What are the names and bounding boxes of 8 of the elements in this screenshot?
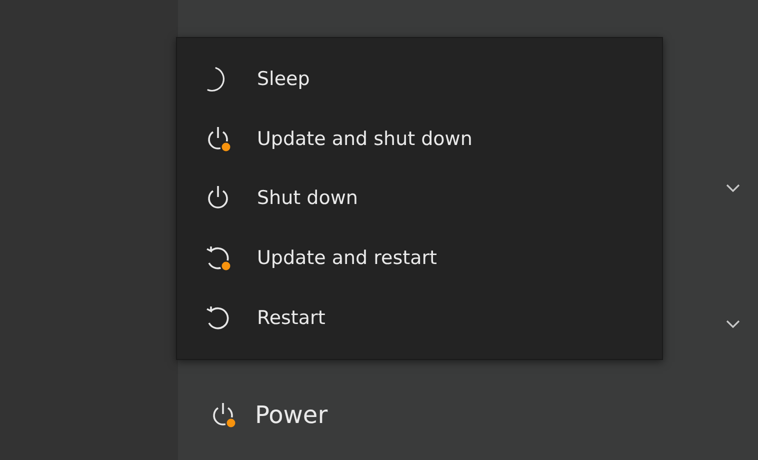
power-button[interactable]: Power — [178, 387, 740, 443]
expand-chevron-icon[interactable] — [726, 320, 740, 328]
expand-chevron-icon[interactable] — [726, 184, 740, 192]
menu-item[interactable]: Sleep — [177, 49, 662, 109]
menu-item[interactable]: Update and restart — [177, 228, 662, 288]
menu-item[interactable]: Restart — [177, 288, 662, 348]
menu-item[interactable]: Shut down — [177, 168, 662, 228]
menu-item[interactable]: Update and shut down — [177, 108, 662, 169]
